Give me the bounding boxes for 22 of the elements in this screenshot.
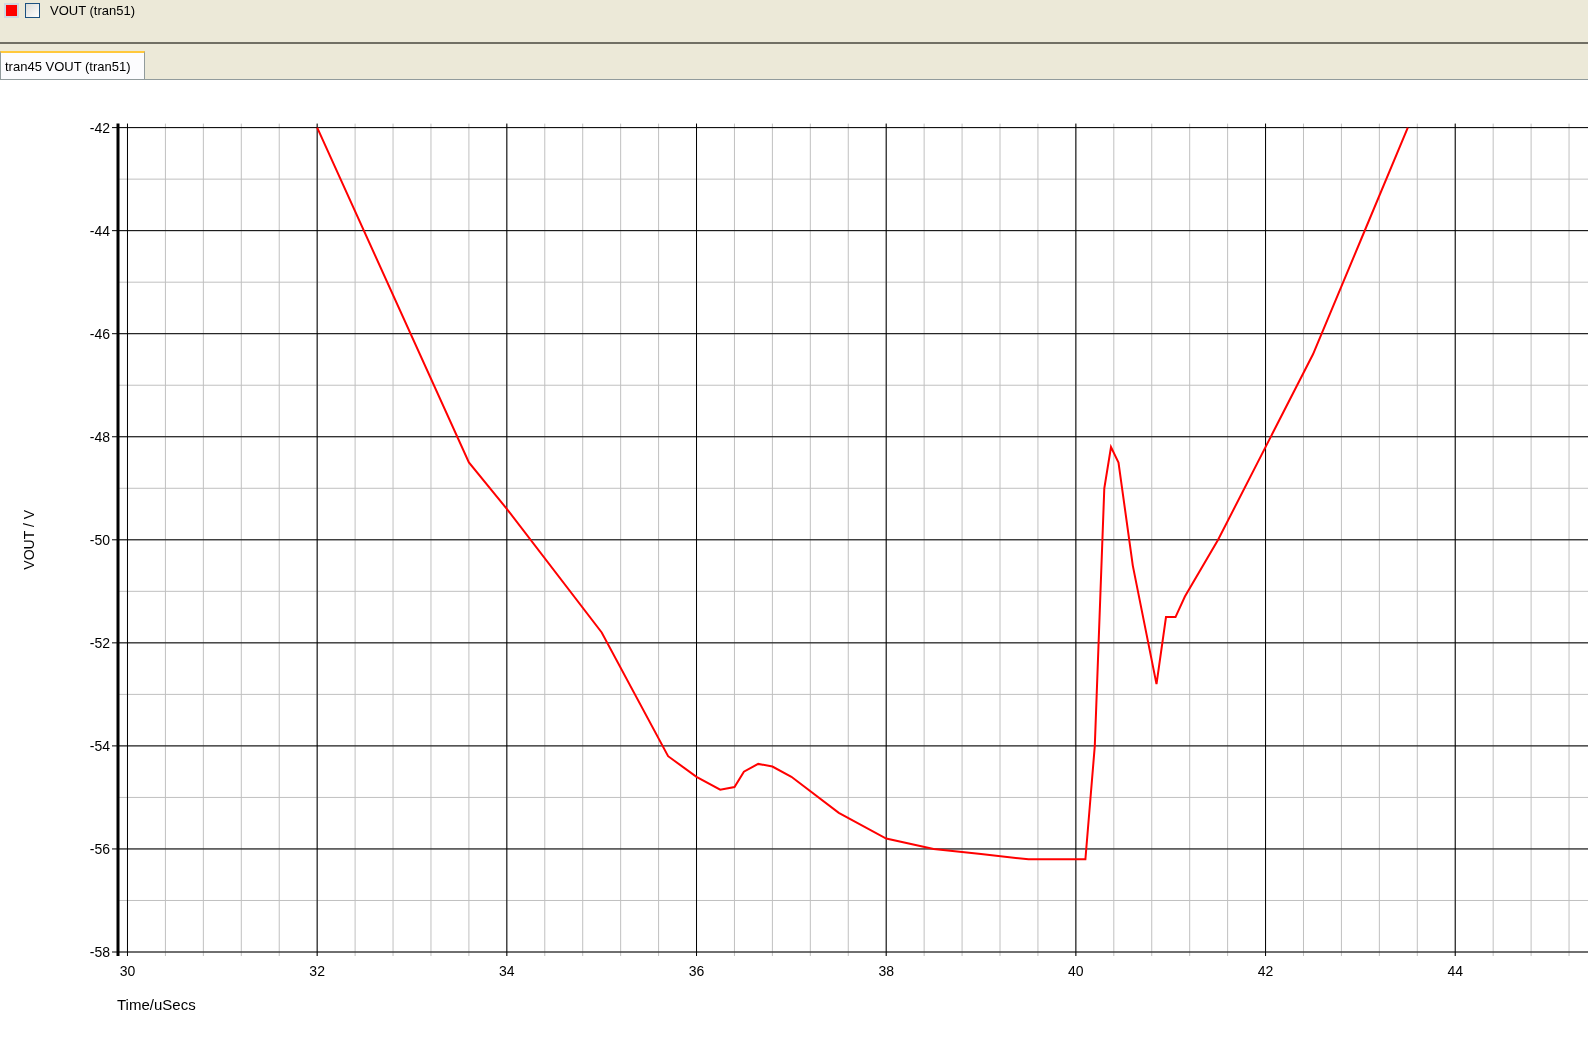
graph-tab[interactable]: tran45 VOUT (tran51) xyxy=(0,51,146,79)
trace-label: VOUT (tran51) xyxy=(50,3,135,19)
y-tick-label: -50 xyxy=(89,531,110,548)
y-tick-label: -44 xyxy=(89,222,110,239)
y-axis-title: VOUT / V xyxy=(21,509,37,570)
trace-checkbox[interactable] xyxy=(25,3,40,18)
y-tick-label: -58 xyxy=(89,944,110,960)
y-tick-label: -48 xyxy=(89,428,110,445)
x-tick-label: 36 xyxy=(688,963,705,979)
x-axis-title: Time/uSecs xyxy=(117,996,196,1013)
x-tick-label: 44 xyxy=(1447,963,1463,979)
x-tick-label: 40 xyxy=(1068,963,1084,979)
y-tick-label: -54 xyxy=(89,737,110,754)
y-tick-label: -46 xyxy=(89,325,110,342)
y-tick-label: -42 xyxy=(89,119,110,136)
x-tick-label: 30 xyxy=(119,963,136,979)
y-tick-label: -56 xyxy=(89,840,110,857)
x-tick-label: 34 xyxy=(499,963,515,979)
x-tick-label: 42 xyxy=(1257,963,1274,979)
x-tick-label: 32 xyxy=(309,963,325,979)
y-tick-label: -52 xyxy=(89,634,110,651)
x-tick-label: 38 xyxy=(878,963,894,979)
